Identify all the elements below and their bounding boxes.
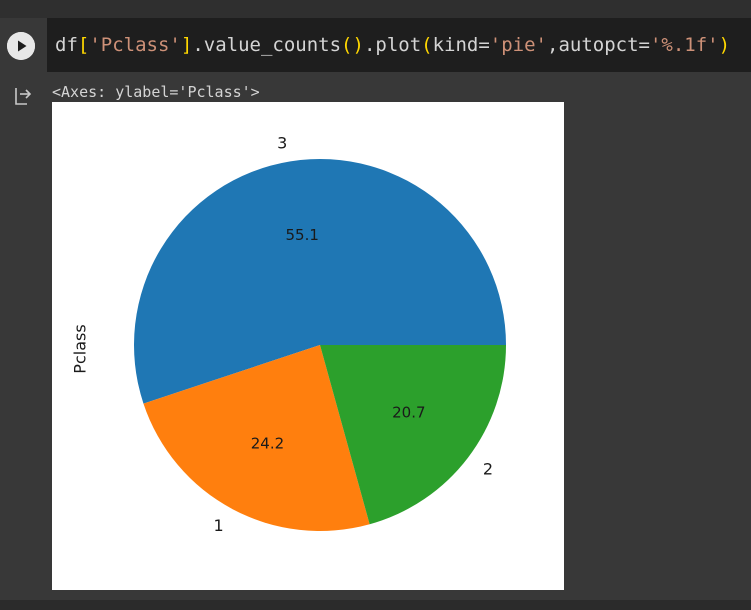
code-token: kind=: [432, 34, 490, 56]
pie-pct-label-1: 24.2: [251, 434, 284, 452]
code-token: [: [77, 34, 90, 56]
code-token: df: [55, 34, 78, 56]
y-axis-label: Pclass: [71, 324, 90, 373]
output-text: <Axes: ylabel='Pclass'>: [52, 83, 260, 101]
code-token: ,autopct=: [547, 34, 650, 56]
footer-strip: [0, 600, 751, 610]
play-icon: [7, 32, 35, 60]
code-token: (: [421, 34, 433, 56]
code-token: ]: [180, 34, 193, 56]
pie-category-label-3: 3: [277, 134, 287, 153]
code-line[interactable]: df['Pclass'].value_counts().plot(kind='p…: [55, 33, 730, 57]
code-editor[interactable]: df['Pclass'].value_counts().plot(kind='p…: [47, 18, 751, 72]
code-token: .plot: [363, 34, 422, 56]
code-token: .value_counts: [192, 34, 342, 56]
code-token: '%.1f': [649, 34, 719, 56]
pie-category-label-1: 1: [214, 516, 224, 535]
code-token: 'Pclass': [89, 34, 181, 56]
code-token: ): [352, 34, 364, 56]
code-token: 'pie': [489, 34, 547, 56]
pie-category-label-2: 2: [483, 459, 493, 478]
toolbar-strip: [0, 0, 751, 18]
pie-pct-label-3: 55.1: [285, 226, 318, 244]
output-arrow-icon[interactable]: [12, 85, 34, 107]
run-cell-button[interactable]: [7, 32, 35, 60]
code-token: ): [718, 34, 731, 56]
pie-chart-output: 55.1 3 24.2 1 20.7 2 Pclass: [52, 102, 564, 590]
pie-pct-label-2: 20.7: [392, 404, 425, 422]
pie-chart: 55.1 3 24.2 1 20.7 2 Pclass: [71, 134, 506, 535]
code-token: (: [341, 34, 353, 56]
